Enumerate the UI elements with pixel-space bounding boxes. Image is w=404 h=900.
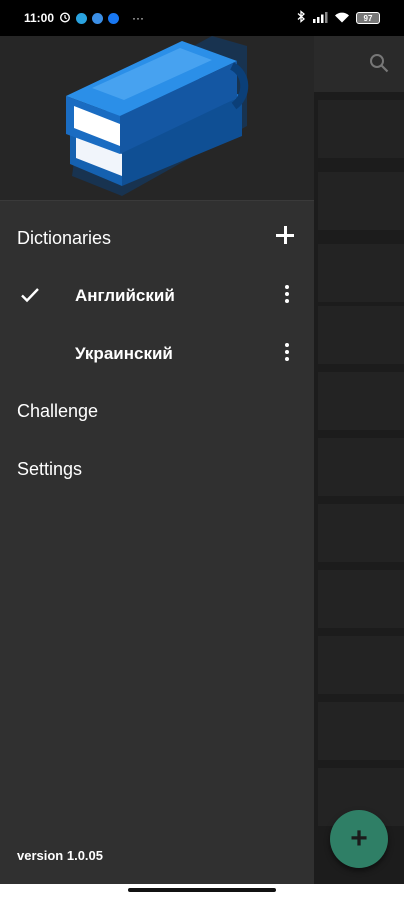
list-item[interactable] xyxy=(318,172,404,230)
drawer-header xyxy=(0,36,314,201)
list-item[interactable] xyxy=(318,244,404,302)
add-word-fab-button[interactable]: + xyxy=(330,810,388,868)
list-item[interactable] xyxy=(318,306,404,364)
signal-icon xyxy=(312,11,328,26)
list-item[interactable] xyxy=(318,372,404,430)
status-bar: 11:00 ··· 97 xyxy=(0,0,404,36)
messenger-icon xyxy=(92,12,104,24)
system-navigation-bar xyxy=(0,884,404,900)
alarm-icon xyxy=(59,11,71,26)
facebook-icon xyxy=(108,12,120,24)
books-logo-icon xyxy=(62,36,252,203)
more-vert-icon[interactable] xyxy=(284,285,290,307)
status-time: 11:00 xyxy=(24,11,55,25)
list-item[interactable] xyxy=(318,636,404,694)
list-item[interactable] xyxy=(318,702,404,760)
more-vert-icon[interactable] xyxy=(284,343,290,365)
status-right: 97 xyxy=(296,10,380,26)
more-notifications-icon: ··· xyxy=(132,11,145,25)
telegram-icon xyxy=(76,12,88,24)
battery-indicator: 97 xyxy=(356,12,380,24)
dictionaries-label: Dictionaries xyxy=(17,227,112,248)
list-item[interactable] xyxy=(318,504,404,562)
wifi-icon xyxy=(334,11,350,26)
home-gesture-handle[interactable] xyxy=(128,888,276,892)
search-icon[interactable] xyxy=(368,52,390,74)
status-left: 11:00 ··· xyxy=(24,11,144,26)
version-text: version 1.0.05 xyxy=(17,848,103,863)
dictionary-name: Английский xyxy=(75,286,175,305)
dictionaries-header: Dictionaries xyxy=(0,210,314,266)
navigation-drawer: Dictionaries Английский Украинский Chall… xyxy=(0,36,314,884)
challenge-menu-item[interactable]: Challenge xyxy=(0,383,314,439)
list-item[interactable] xyxy=(318,570,404,628)
add-dictionary-icon[interactable] xyxy=(276,226,294,244)
list-item[interactable] xyxy=(318,438,404,496)
checkmark-icon xyxy=(20,286,40,309)
list-item[interactable] xyxy=(318,100,404,158)
settings-menu-item[interactable]: Settings xyxy=(0,441,314,497)
bluetooth-icon xyxy=(296,10,306,26)
dictionary-item-ukrainian[interactable]: Украинский xyxy=(0,326,314,382)
dictionary-name: Украинский xyxy=(75,344,173,363)
dictionary-item-english[interactable]: Английский xyxy=(0,268,314,324)
settings-label: Settings xyxy=(17,458,83,479)
challenge-label: Challenge xyxy=(17,400,99,421)
